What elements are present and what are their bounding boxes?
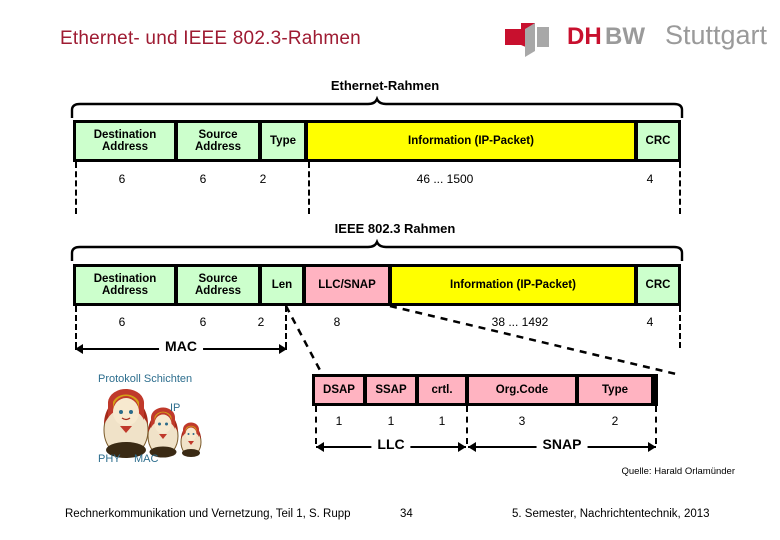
mac-bracket-label: MAC	[159, 338, 203, 354]
field-line1: Information (IP-Packet)	[450, 278, 576, 291]
llcsnap-size-type: 2	[611, 414, 619, 428]
llcsnap-size-ssap: 1	[387, 414, 395, 428]
slide: Ethernet- und IEEE 802.3-Rahmen DH BW St…	[0, 0, 780, 540]
llcsnap-field-dsap: DSAP	[315, 377, 363, 403]
source-note: Quelle: Harald Orlamünder	[621, 466, 735, 477]
ieee-size-source: 6	[199, 315, 207, 329]
llcsnap-field-ssap: SSAP	[367, 377, 415, 403]
ieee-field-llc-snap: LLC/SNAP	[306, 267, 388, 303]
footer-left: Rechnerkommunikation und Vernetzung, Tei…	[65, 508, 351, 520]
ethernet-dash-left	[75, 162, 77, 214]
ieee-field-source-address: Source Address	[178, 267, 258, 303]
snap-bracket: SNAP	[468, 436, 656, 453]
llcsnap-field-crtl: crtl.	[419, 377, 465, 403]
footer-page-number: 34	[400, 508, 413, 520]
field-line1: Source	[198, 128, 238, 141]
logo-text-bw: BW	[605, 23, 645, 50]
ieee-field-information: Information (IP-Packet)	[392, 267, 634, 303]
field-line1: Len	[271, 278, 293, 291]
ethernet-size-source: 6	[199, 172, 207, 186]
ethernet-size-type: 2	[259, 172, 267, 186]
ethernet-field-crc: CRC	[638, 123, 678, 159]
ethernet-field-source-address: Source Address	[178, 123, 258, 159]
field-line1: Source	[198, 272, 238, 285]
field-label: Type	[602, 383, 628, 396]
layer-label-phy: PHY	[98, 453, 121, 465]
layer-label-ip: IP	[170, 402, 181, 414]
ethernet-size-information: 46 ... 1500	[416, 172, 474, 186]
ieee-dash-left	[75, 306, 77, 348]
logo-text-dh: DH	[567, 23, 602, 50]
ethernet-dash-info-start	[308, 162, 310, 214]
field-line1: Type	[270, 134, 296, 147]
llcsnap-size-crtl: 1	[438, 414, 446, 428]
ethernet-frame-bar: Destination Address Source Address Type …	[73, 120, 681, 162]
field-line1: LLC/SNAP	[318, 278, 376, 291]
ieee-size-destination: 6	[118, 315, 126, 329]
field-label: SSAP	[375, 383, 407, 396]
llcsnap-dash-middle	[466, 406, 468, 444]
field-label: DSAP	[323, 383, 355, 396]
llcsnap-dash-right	[655, 406, 657, 444]
ethernet-brace	[70, 95, 684, 118]
footer-right: 5. Semester, Nachrichtentechnik, 2013	[512, 508, 710, 520]
llc-arrow-right-icon	[458, 442, 466, 452]
snap-arrow-left-icon	[468, 442, 476, 452]
field-line1: Information (IP-Packet)	[408, 134, 534, 147]
llcsnap-size-dsap: 1	[335, 414, 343, 428]
dhbw-logo: DH BW Stuttgart	[505, 20, 775, 60]
field-line1: Destination	[93, 272, 157, 285]
ethernet-dash-right	[679, 162, 681, 214]
field-line1: Destination	[93, 128, 157, 141]
ieee-size-len: 2	[257, 315, 265, 329]
llcsnap-detail-bar: DSAP SSAP crtl. Org.Code Type	[312, 374, 658, 406]
layer-label-mac: MAC	[134, 453, 159, 465]
llcsnap-dash-left	[315, 406, 317, 444]
ieee-field-len: Len	[262, 267, 302, 303]
ethernet-size-destination: 6	[118, 172, 126, 186]
mac-bracket: MAC	[75, 338, 287, 355]
field-line1: CRC	[645, 134, 671, 147]
page-title: Ethernet- und IEEE 802.3-Rahmen	[60, 28, 361, 49]
mac-arrow-left-icon	[75, 344, 83, 354]
ieee-field-crc: CRC	[638, 267, 678, 303]
ieee-frame-heading: IEEE 802.3 Rahmen	[334, 221, 456, 236]
field-line2: Address	[101, 141, 149, 153]
field-line2: Address	[194, 141, 242, 153]
field-label: Org.Code	[495, 383, 549, 396]
field-line1: CRC	[645, 278, 671, 291]
snap-arrow-right-icon	[648, 442, 656, 452]
llc-arrow-left-icon	[316, 442, 324, 452]
ieee-frame-bar: Destination Address Source Address Len L…	[73, 264, 681, 306]
field-label: crtl.	[431, 383, 453, 396]
llcsnap-size-org-code: 3	[518, 414, 526, 428]
ethernet-frame-heading: Ethernet-Rahmen	[330, 78, 440, 93]
snap-bracket-label: SNAP	[536, 436, 588, 452]
field-line2: Address	[101, 285, 149, 297]
layers-caption: Protokoll Schichten	[98, 373, 193, 385]
ethernet-field-type: Type	[262, 123, 304, 159]
llcsnap-field-type: Type	[579, 377, 651, 403]
llc-bracket: LLC	[316, 436, 466, 453]
llc-bracket-label: LLC	[371, 436, 411, 452]
field-line2: Address	[194, 285, 242, 297]
logo-text-city: Stuttgart	[665, 20, 768, 50]
dhbw-logo-mark	[505, 23, 549, 57]
ieee-field-destination-address: Destination Address	[76, 267, 174, 303]
ieee-brace	[70, 238, 684, 261]
ethernet-size-crc: 4	[646, 172, 654, 186]
matryoshka-dolls-icon	[103, 388, 202, 458]
ethernet-field-information: Information (IP-Packet)	[308, 123, 634, 159]
llcsnap-field-org-code: Org.Code	[469, 377, 575, 403]
ethernet-field-destination-address: Destination Address	[76, 123, 174, 159]
llcsnap-connector-lines	[284, 304, 677, 376]
